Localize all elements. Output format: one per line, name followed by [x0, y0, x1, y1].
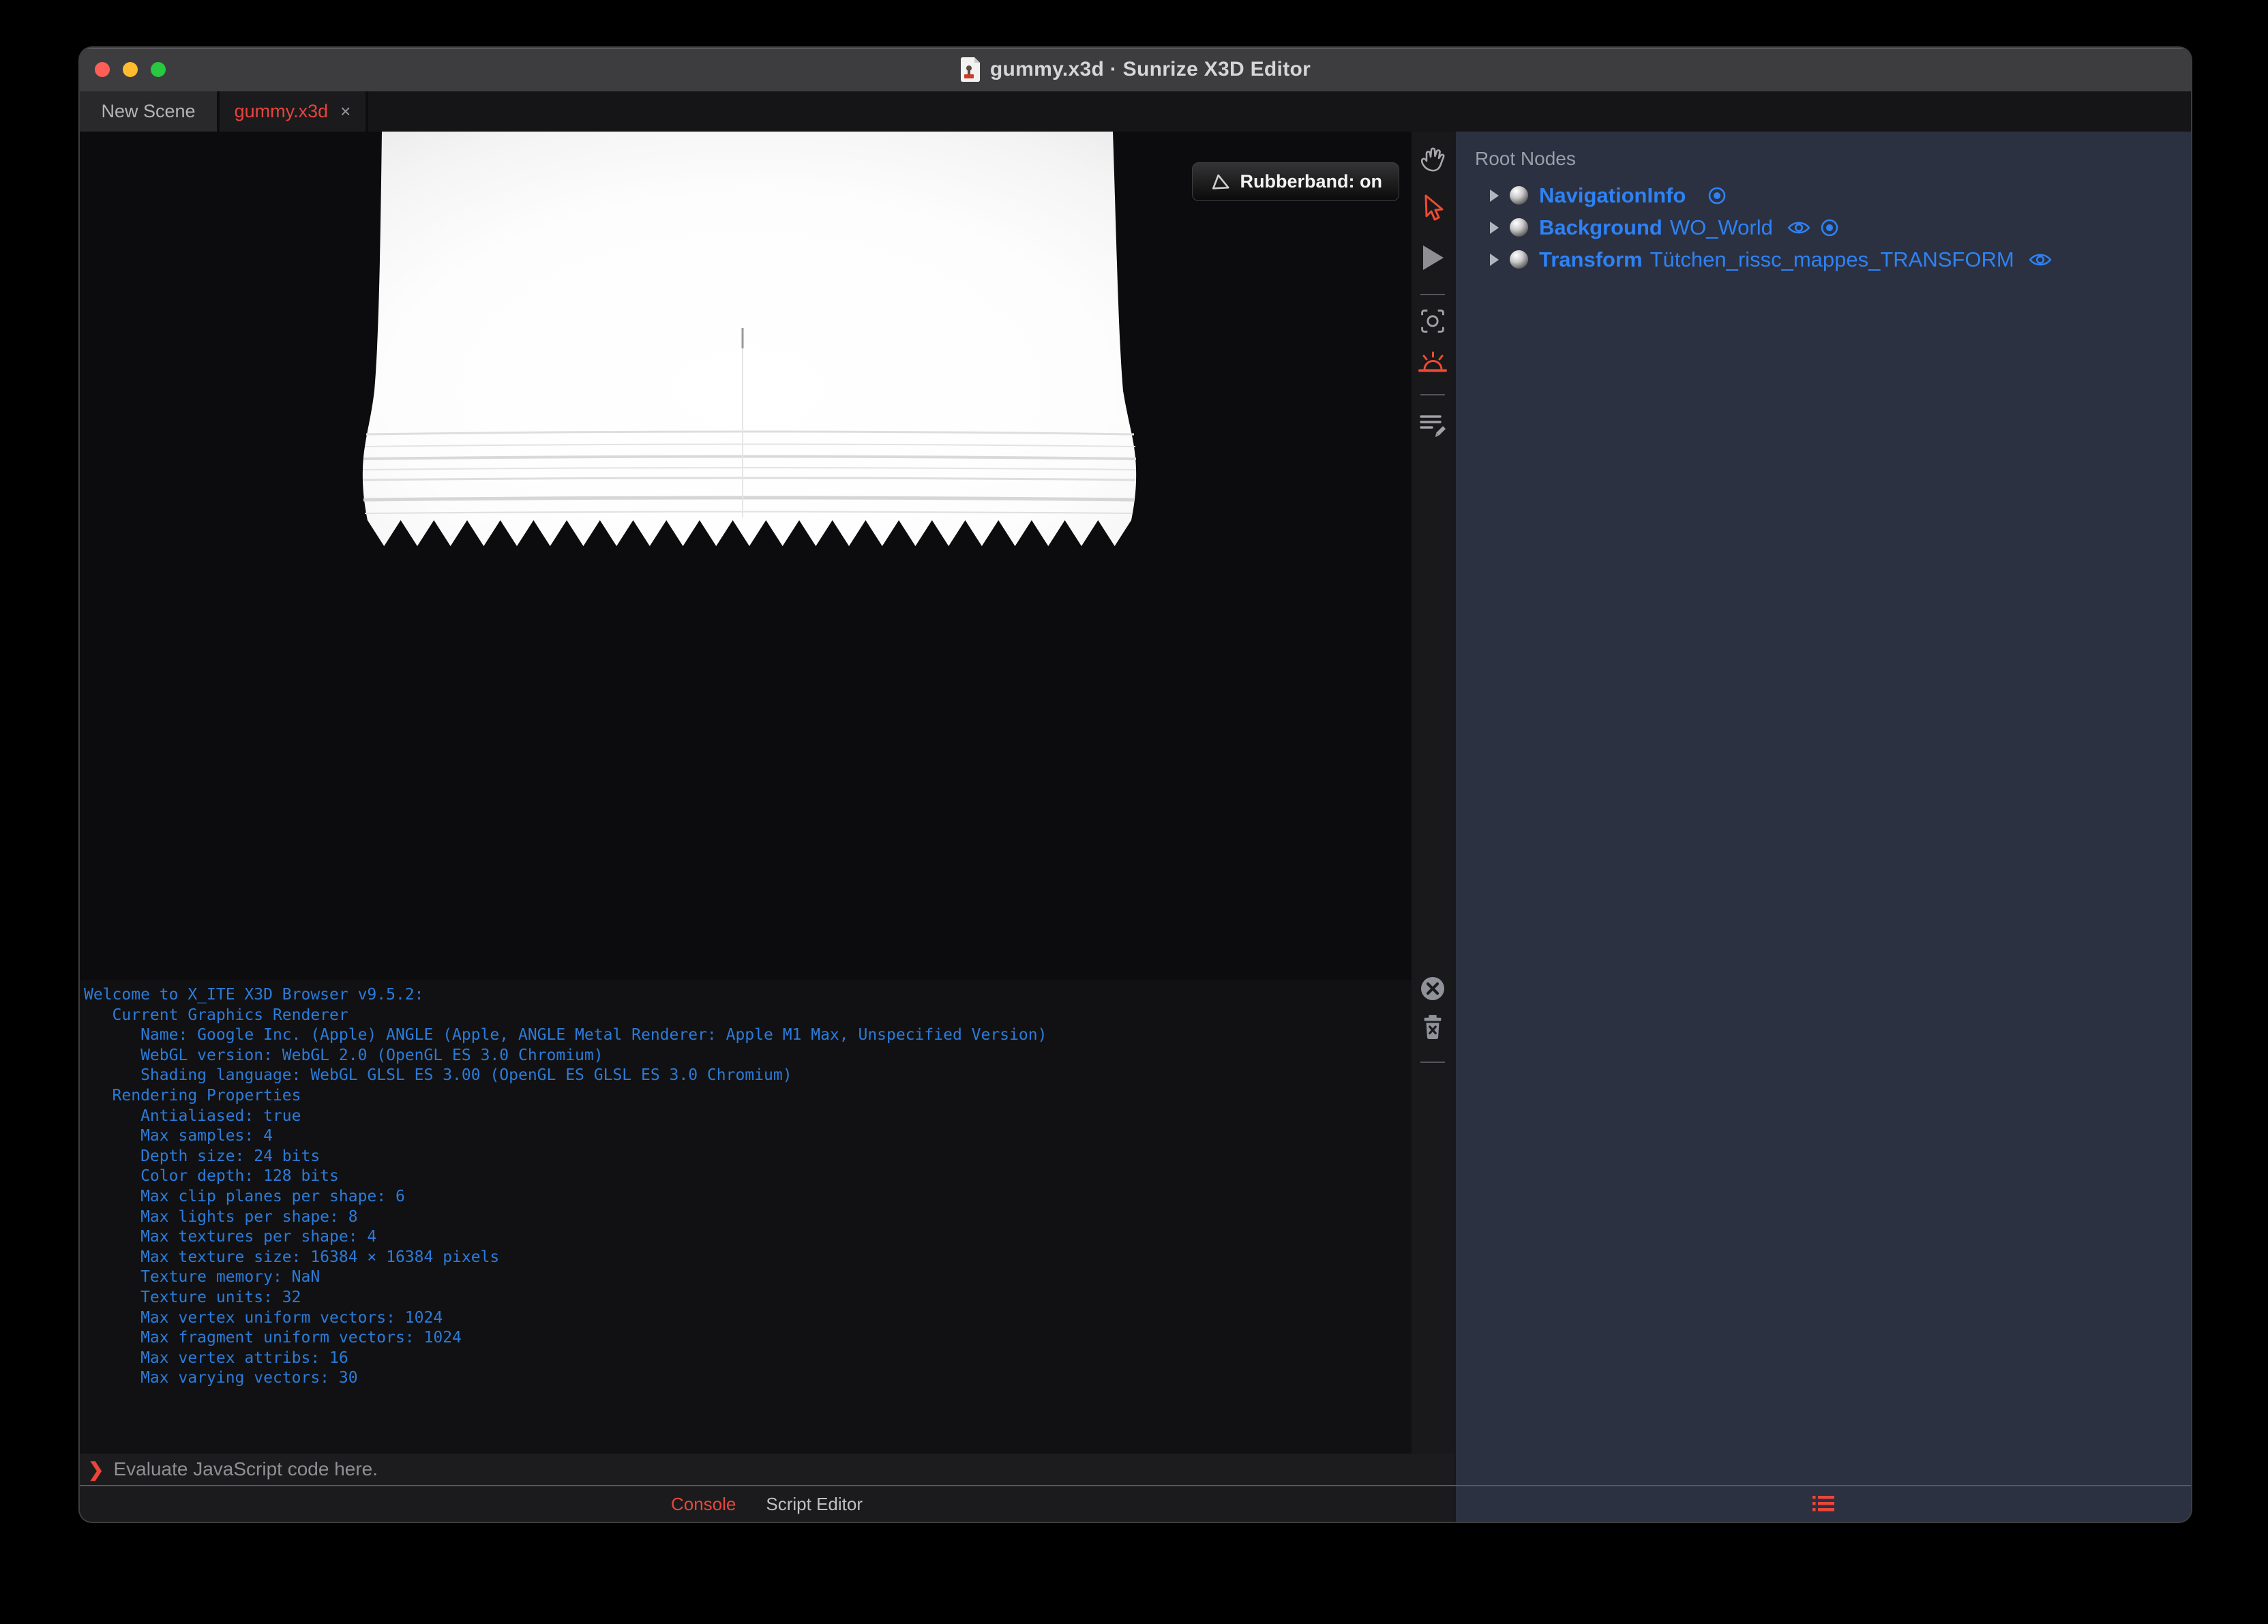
console-tab-bar: Console Script Editor: [80, 1486, 1454, 1522]
rubberband-triangle-icon: [1208, 171, 1231, 193]
expander-icon[interactable]: [1490, 189, 1499, 202]
node-type[interactable]: Transform: [1539, 247, 1643, 272]
console-log-text: Welcome to X_ITE X3D Browser v9.5.2: Cur…: [84, 986, 1047, 1387]
close-window-button[interactable]: [95, 62, 110, 77]
console-prompt-icon: ❯: [88, 1458, 104, 1480]
tree-row-navigationinfo[interactable]: NavigationInfo: [1456, 179, 2191, 211]
center-view-icon[interactable]: [1418, 306, 1448, 336]
zoom-window-button[interactable]: [151, 62, 166, 77]
rubberband-indicator: Rubberband: on: [1191, 162, 1399, 201]
console-output: Welcome to X_ITE X3D Browser v9.5.2: Cur…: [80, 980, 1454, 1454]
strip-divider: [1420, 394, 1445, 395]
viewport-3d[interactable]: Rubberband: on: [80, 132, 1454, 980]
minimize-window-button[interactable]: [123, 62, 138, 77]
tab-new-scene[interactable]: New Scene: [80, 91, 220, 132]
script-edit-icon[interactable]: [1417, 410, 1448, 440]
node-sphere-icon: [1510, 186, 1528, 205]
bind-icon[interactable]: [1707, 185, 1727, 206]
sunrise-icon[interactable]: [1417, 348, 1448, 377]
node-type[interactable]: Background: [1539, 215, 1662, 240]
node-sphere-icon: [1510, 250, 1528, 269]
node-type[interactable]: NavigationInfo: [1539, 183, 1686, 208]
eye-icon[interactable]: [1787, 219, 1811, 237]
node-name[interactable]: WO_World: [1670, 215, 1773, 240]
bind-icon[interactable]: [1819, 217, 1840, 238]
tab-label: gummy.x3d: [234, 101, 329, 121]
tree-row-background[interactable]: Background WO_World: [1456, 211, 2191, 243]
desktop: gummy.x3d · Sunrize X3D Editor New Scene…: [0, 0, 2268, 1624]
strip-divider: [1420, 1062, 1445, 1063]
cursor-arrow-icon[interactable]: [1418, 193, 1448, 224]
outline-footer: [1456, 1486, 2191, 1522]
tab-label: New Scene: [101, 101, 196, 121]
node-tree: NavigationInfo Background WO_World Trans…: [1456, 179, 2191, 275]
expander-icon[interactable]: [1490, 253, 1499, 266]
rubberband-label: Rubberband: on: [1240, 171, 1382, 192]
trash-icon[interactable]: [1420, 1012, 1446, 1041]
tab-gummy-x3d[interactable]: gummy.x3d ×: [220, 91, 368, 132]
outline-header: Root Nodes: [1475, 148, 1576, 169]
eye-icon[interactable]: [2028, 251, 2053, 269]
clear-circle-icon[interactable]: [1419, 975, 1446, 1002]
tab-script-editor[interactable]: Script Editor: [766, 1494, 863, 1515]
node-sphere-icon: [1510, 218, 1528, 237]
expander-icon[interactable]: [1490, 221, 1499, 234]
toolbar-strip: [1412, 132, 1454, 1454]
tab-close-icon[interactable]: ×: [340, 101, 350, 122]
outline-list-icon[interactable]: [1810, 1493, 1837, 1515]
gummy-bag-render: [362, 132, 1137, 546]
node-name[interactable]: Tütchen_rissc_mappes_TRANSFORM: [1650, 247, 2014, 272]
traffic-lights: [87, 48, 166, 91]
tree-row-transform[interactable]: Transform Tütchen_rissc_mappes_TRANSFORM: [1456, 243, 2191, 275]
hand-pan-icon[interactable]: [1417, 145, 1448, 175]
console-input-placeholder: Evaluate JavaScript code here.: [113, 1458, 378, 1479]
titlebar[interactable]: gummy.x3d · Sunrize X3D Editor: [80, 48, 2191, 91]
app-window: gummy.x3d · Sunrize X3D Editor New Scene…: [80, 48, 2191, 1522]
tab-console[interactable]: Console: [671, 1494, 736, 1515]
console-input-row[interactable]: ❯ Evaluate JavaScript code here.: [80, 1454, 1454, 1485]
bottom-divider: [80, 1485, 2191, 1486]
x3d-file-icon: [960, 57, 981, 82]
play-icon[interactable]: [1419, 243, 1446, 272]
window-title: gummy.x3d · Sunrize X3D Editor: [989, 58, 1311, 80]
tab-bar: New Scene gummy.x3d ×: [80, 91, 2191, 132]
outline-panel: Root Nodes NavigationInfo Background WO_…: [1454, 132, 2191, 1522]
strip-divider: [1420, 294, 1445, 295]
